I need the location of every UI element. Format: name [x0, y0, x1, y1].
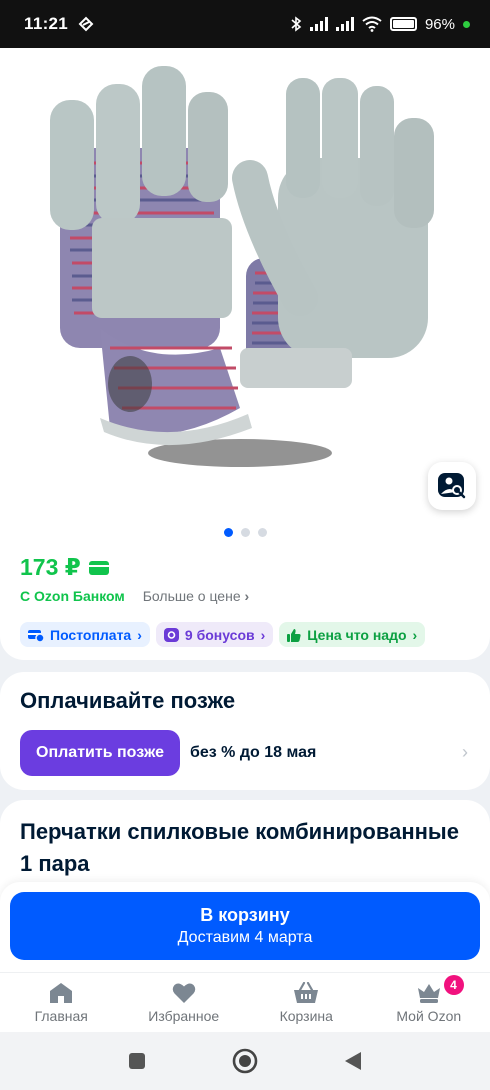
tab-label: Избранное	[148, 1007, 220, 1024]
product-image-gloves	[50, 66, 434, 467]
battery-level: 96%	[424, 15, 455, 33]
chip-postpay[interactable]: Постоплата ›	[20, 622, 150, 647]
pay-later-card: Оплачивайте позже Оплатить позже без % д…	[0, 672, 490, 790]
home-icon	[50, 982, 73, 1003]
benefit-chips: Постоплата › 9 бонусов › Цена что надо ›	[20, 622, 426, 647]
price-info-link[interactable]: Больше о цене ›	[143, 588, 249, 604]
bank-card-icon	[88, 560, 109, 575]
signal-icon	[309, 17, 328, 31]
notification-icon	[78, 16, 94, 32]
pay-later-button[interactable]: Оплатить позже	[20, 730, 180, 776]
tab-cart[interactable]: Корзина	[245, 973, 368, 1032]
tab-label: Главная	[34, 1007, 88, 1024]
recents-icon[interactable]	[128, 1052, 146, 1070]
chevron-right-icon[interactable]: ›	[462, 742, 468, 763]
thumbs-up-icon	[287, 628, 301, 642]
chip-bonuses[interactable]: 9 бонусов ›	[155, 622, 274, 647]
add-to-cart-label: В корзину	[200, 905, 290, 925]
product-title: Перчатки спилковые комбинированные 1 пар…	[20, 819, 459, 876]
tab-favorites[interactable]: Избранное	[123, 973, 246, 1032]
bank-row: С Ozon Банком Больше о цене ›	[20, 588, 249, 604]
system-nav-bar	[0, 1032, 490, 1090]
battery-icon	[389, 17, 417, 31]
wifi-icon	[362, 16, 382, 32]
basket-icon	[294, 981, 319, 1003]
chip-label: Цена что надо	[307, 626, 407, 643]
product-gallery[interactable]	[0, 48, 490, 518]
product-price: 173 ₽	[20, 554, 81, 580]
status-bar: 11:21 96%	[0, 0, 490, 48]
chip-good-price[interactable]: Цена что надо ›	[279, 622, 426, 647]
image-search-icon	[438, 473, 466, 499]
chevron-right-icon: ›	[260, 626, 266, 643]
tab-label: Мой Ozon	[396, 1007, 462, 1024]
back-icon[interactable]	[344, 1051, 362, 1071]
signal-icon-2	[335, 17, 354, 31]
status-time: 11:21	[24, 14, 69, 33]
delivery-date-label: Доставим 4 марта	[177, 929, 313, 946]
image-search-button[interactable]	[428, 462, 476, 510]
notification-badge: 4	[443, 975, 464, 995]
home-nav-icon[interactable]	[232, 1048, 258, 1074]
chevron-right-icon: ›	[244, 588, 250, 604]
my-ozon-icon	[417, 983, 440, 1003]
bank-price-label: С Ozon Банком	[20, 588, 125, 604]
privacy-dot-icon	[463, 20, 470, 28]
card-clock-icon	[28, 629, 44, 642]
gallery-dot[interactable]	[240, 528, 250, 537]
add-to-cart-button[interactable]: В корзину Доставим 4 марта	[10, 892, 480, 960]
tab-label: Корзина	[279, 1007, 333, 1024]
price-row: 173 ₽	[20, 554, 109, 581]
pay-later-heading: Оплачивайте позже	[20, 688, 236, 713]
bottom-tab-bar: Главная Избранное Корзина Мой Ozon 4	[0, 972, 490, 1032]
product-card: 173 ₽ С Ozon Банком Больше о цене › Пост…	[0, 48, 490, 660]
pay-later-terms: без % до 18 мая	[190, 744, 317, 761]
tab-my-ozon[interactable]: Мой Ozon 4	[368, 973, 490, 1032]
gallery-dot[interactable]	[223, 528, 233, 537]
ozon-coin-icon	[163, 627, 179, 642]
gallery-pagination	[0, 528, 490, 537]
chevron-right-icon: ›	[412, 626, 418, 643]
chip-label: Постоплата	[50, 626, 132, 643]
heart-icon	[172, 983, 195, 1003]
cart-cta-bar: В корзину Доставим 4 марта	[0, 882, 490, 972]
chevron-right-icon: ›	[137, 626, 142, 643]
bluetooth-icon	[291, 16, 302, 32]
gallery-dot[interactable]	[257, 528, 267, 537]
chip-label: 9 бонусов	[184, 626, 255, 643]
tab-home[interactable]: Главная	[0, 973, 123, 1032]
